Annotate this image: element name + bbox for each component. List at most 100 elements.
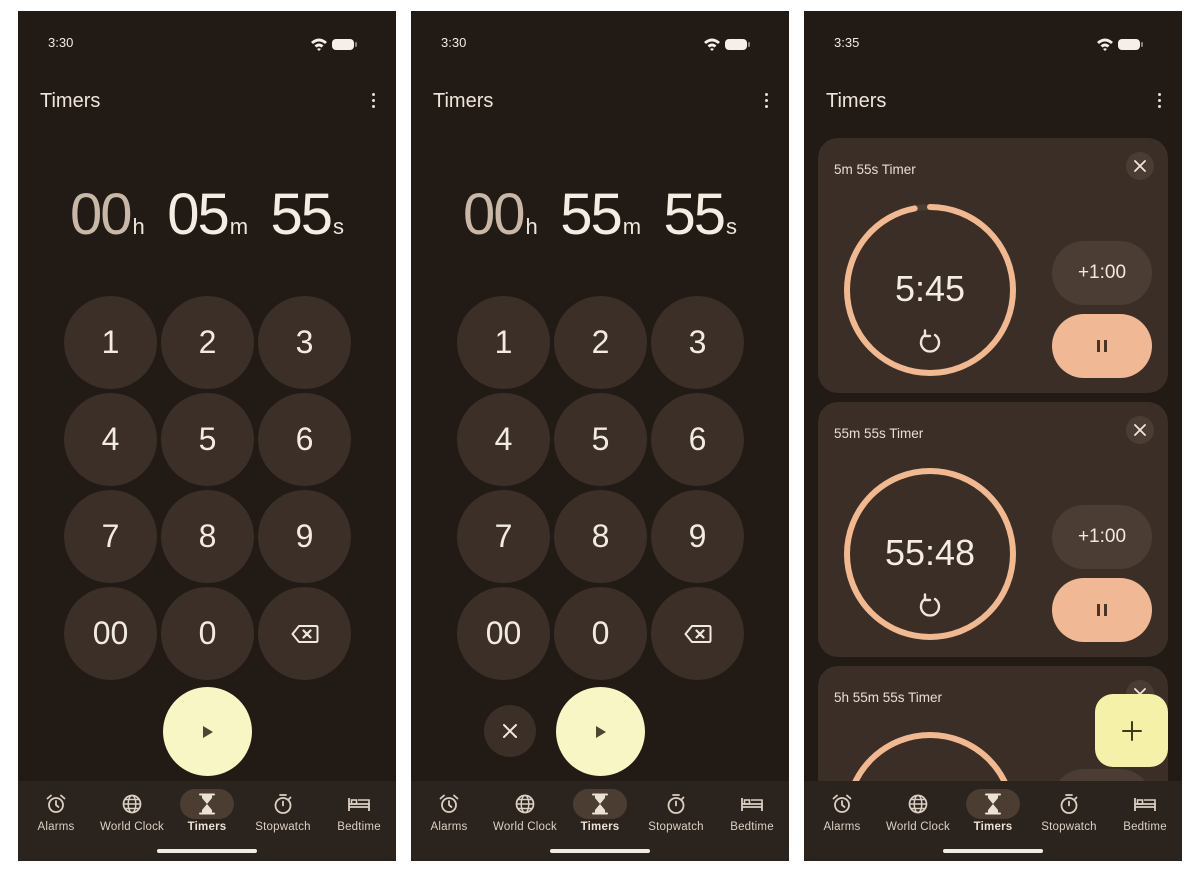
status-time: 3:35 (834, 35, 860, 50)
pause-button[interactable] (1052, 578, 1152, 642)
key-8[interactable]: 8 (161, 490, 254, 583)
key-8[interactable]: 8 (554, 490, 647, 583)
stopwatch-icon (667, 794, 685, 814)
key-1[interactable]: 1 (457, 296, 550, 389)
timer-input-display: 00h 55m 55s (411, 181, 789, 248)
start-button[interactable] (556, 687, 645, 776)
stopwatch-icon (1060, 794, 1078, 814)
timer-setup-screen: 3:30 Timers 00h 05m 55s 1 2 3 4 5 6 7 8 … (18, 11, 396, 861)
nav-item-timers[interactable]: Timers (955, 789, 1031, 833)
add-minute-button[interactable]: +1:00 (1052, 505, 1152, 569)
status-bar: 3:35 (804, 35, 1182, 55)
delete-timer-button[interactable] (1126, 152, 1154, 180)
minutes-unit: m (622, 214, 642, 239)
timer-card[interactable]: 55m 55s Timer 55:48 +1:00 (818, 402, 1168, 657)
add-timer-button[interactable] (1095, 694, 1168, 767)
pause-button[interactable] (1052, 314, 1152, 378)
more-options-icon[interactable] (761, 93, 771, 111)
time-remaining: 5:45 (894, 268, 966, 309)
seconds-unit: s (726, 214, 738, 239)
status-bar: 3:30 (411, 35, 789, 55)
timer-card[interactable]: 5m 55s Timer 5:45 +1:00 (818, 138, 1168, 393)
nav-item-stopwatch[interactable]: Stopwatch (1031, 789, 1107, 833)
reset-button[interactable] (916, 592, 944, 625)
more-options-icon[interactable] (368, 93, 378, 111)
wifi-icon (311, 38, 327, 51)
battery-icon (1118, 39, 1143, 50)
reset-button[interactable] (916, 328, 944, 361)
key-4[interactable]: 4 (64, 393, 157, 486)
key-7[interactable]: 7 (457, 490, 550, 583)
minutes-value: 55 (560, 182, 622, 247)
nav-item-world-clock[interactable]: World Clock (487, 789, 563, 833)
home-indicator (943, 849, 1043, 853)
timer-name: 5h 55m 55s Timer (834, 690, 943, 705)
nav-label-bedtime: Bedtime (337, 821, 381, 833)
hourglass-icon (985, 793, 1001, 815)
start-button[interactable] (163, 687, 252, 776)
key-4[interactable]: 4 (457, 393, 550, 486)
key-9[interactable]: 9 (651, 490, 744, 583)
key-6[interactable]: 6 (258, 393, 351, 486)
backspace-button[interactable] (651, 587, 744, 680)
nav-item-bedtime[interactable]: Bedtime (1107, 789, 1182, 833)
battery-icon (332, 39, 357, 50)
nav-item-alarms[interactable]: Alarms (18, 789, 94, 833)
key-3[interactable]: 3 (258, 296, 351, 389)
add-minute-button[interactable]: +1:00 (1052, 241, 1152, 305)
nav-item-world-clock[interactable]: World Clock (880, 789, 956, 833)
minutes-value: 05 (167, 182, 229, 247)
status-time: 3:30 (441, 35, 467, 50)
seconds-value: 55 (270, 182, 333, 247)
key-2[interactable]: 2 (554, 296, 647, 389)
key-3[interactable]: 3 (651, 296, 744, 389)
key-5[interactable]: 5 (161, 393, 254, 486)
nav-label-alarms: Alarms (430, 821, 468, 833)
key-9[interactable]: 9 (258, 490, 351, 583)
key-5[interactable]: 5 (554, 393, 647, 486)
seconds-value: 55 (663, 182, 726, 247)
seconds-unit: s (333, 214, 345, 239)
nav-item-alarms[interactable]: Alarms (411, 789, 487, 833)
hours-value: 00 (69, 182, 132, 247)
nav-item-bedtime[interactable]: Bedtime (321, 789, 396, 833)
nav-label-stopwatch: Stopwatch (255, 821, 311, 833)
nav-label-stopwatch: Stopwatch (1041, 821, 1097, 833)
nav-label-bedtime: Bedtime (1123, 821, 1167, 833)
cancel-button[interactable] (484, 705, 536, 757)
nav-item-stopwatch[interactable]: Stopwatch (638, 789, 714, 833)
more-options-icon[interactable] (1154, 93, 1164, 111)
hours-unit: h (132, 214, 145, 239)
home-indicator (157, 849, 257, 853)
nav-label-alarms: Alarms (37, 821, 75, 833)
key-7[interactable]: 7 (64, 490, 157, 583)
nav-label-timers: Timers (973, 821, 1013, 833)
nav-item-alarms[interactable]: Alarms (804, 789, 880, 833)
bottom-navigation: Alarms World Clock Timers Stopwatch Bedt… (18, 781, 396, 861)
key-00[interactable]: 00 (457, 587, 550, 680)
system-icons (703, 37, 755, 51)
wifi-icon (1097, 38, 1113, 51)
nav-item-bedtime[interactable]: Bedtime (714, 789, 789, 833)
key-00[interactable]: 00 (64, 587, 157, 680)
nav-item-timers[interactable]: Timers (562, 789, 638, 833)
play-icon (202, 725, 213, 738)
key-0[interactable]: 0 (161, 587, 254, 680)
page-title: Timers (433, 90, 494, 112)
bed-icon (741, 798, 763, 811)
backspace-icon (684, 624, 711, 643)
backspace-button[interactable] (258, 587, 351, 680)
key-1[interactable]: 1 (64, 296, 157, 389)
key-6[interactable]: 6 (651, 393, 744, 486)
system-icons (310, 37, 362, 51)
bed-icon (1134, 798, 1156, 811)
alarm-icon (439, 794, 459, 813)
nav-label-world-clock: World Clock (886, 821, 950, 833)
nav-item-world-clock[interactable]: World Clock (94, 789, 170, 833)
delete-timer-button[interactable] (1126, 416, 1154, 444)
nav-item-timers[interactable]: Timers (169, 789, 245, 833)
nav-item-stopwatch[interactable]: Stopwatch (245, 789, 321, 833)
key-0[interactable]: 0 (554, 587, 647, 680)
hours-unit: h (525, 214, 538, 239)
key-2[interactable]: 2 (161, 296, 254, 389)
